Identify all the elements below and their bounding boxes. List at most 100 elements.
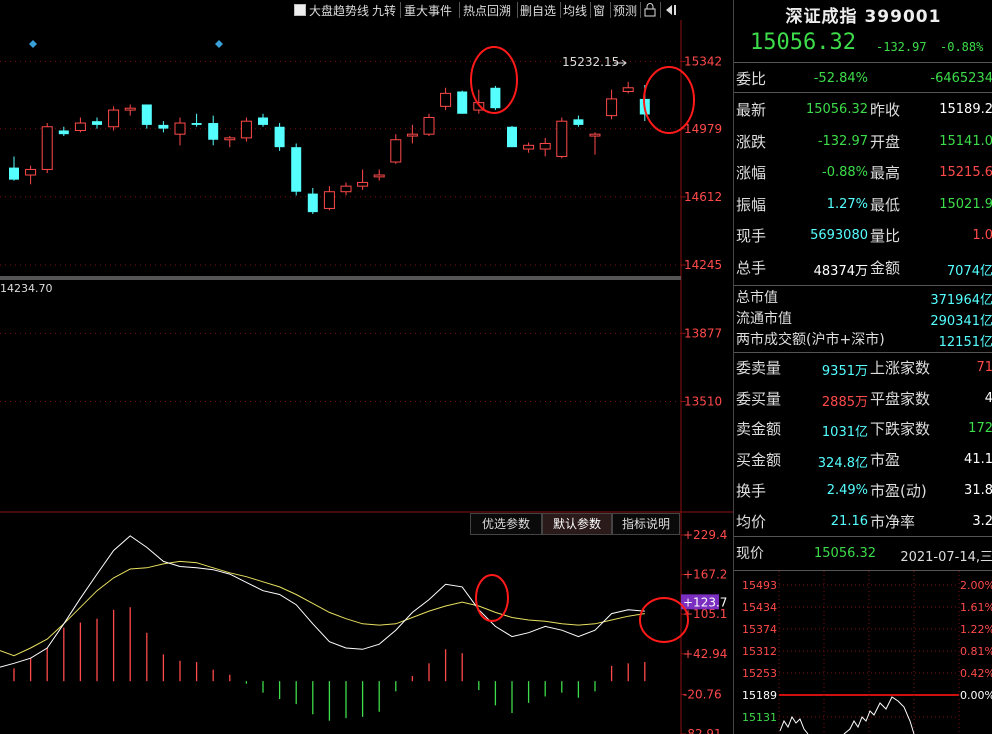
stat-label: 市净率 — [870, 512, 916, 531]
price-tick-label: 14979 — [684, 122, 722, 136]
toolbar-major-events[interactable]: 重大事件 — [404, 2, 452, 19]
intraday-price-line — [779, 696, 915, 734]
default-params-button[interactable]: 默认参数 — [542, 513, 612, 535]
stat-label: 均价 — [736, 512, 767, 531]
candle-body-down — [457, 91, 468, 114]
stat-label: 下跌家数 — [870, 420, 931, 439]
index-title: 深证成指 399001 — [785, 7, 942, 27]
candle-body-up — [406, 133, 418, 137]
price-change-pct: -0.88% — [940, 40, 984, 54]
highlight-circle — [643, 66, 695, 134]
stat-label: 现手 — [736, 227, 767, 245]
stat-label: 涨跌 — [736, 132, 767, 151]
stat-label: 最低 — [870, 195, 901, 214]
now-date: 2021-07-14,三 — [900, 550, 992, 565]
intraday-pct-tick: 1.61% — [960, 601, 992, 614]
intraday-pct-tick: 0.42% — [960, 667, 992, 680]
stat-label: 最高 — [870, 164, 901, 182]
candle-body-up — [224, 137, 236, 141]
intraday-price-tick: 15131 — [742, 711, 777, 724]
stat-label: 上涨家数 — [870, 359, 931, 377]
stat-label: 卖金额 — [736, 420, 782, 439]
chart-area: 15342 14979 14612 14245 13877 13510 +229.4 +16… — [0, 20, 733, 734]
stat-label: 开盘 — [870, 132, 901, 151]
lock-icon[interactable] — [644, 3, 656, 17]
macd-tick-label: +42.94 — [683, 647, 727, 661]
price-change: -132.97 — [876, 40, 927, 54]
stat-value: 15021.9 — [939, 196, 992, 212]
stat-label: 平盘家数 — [870, 389, 931, 408]
candle-body-down — [258, 117, 268, 125]
stat-value: 15189.2 — [939, 102, 992, 117]
candle-body-down — [307, 193, 318, 213]
intraday-price-tick: 15374 — [742, 623, 777, 636]
intraday-pct-tick: 0.81% — [960, 645, 992, 658]
candle-body-up — [373, 174, 385, 178]
weibi-value: -6465234 — [930, 71, 992, 86]
intraday-price-tick: 15189 — [742, 689, 777, 702]
toolbar-forecast[interactable]: 预测 — [613, 2, 637, 19]
candle-body-down — [507, 126, 517, 148]
stat-label: 换手 — [736, 481, 767, 500]
stat-value: 41.1 — [964, 452, 992, 468]
period-low-label: 14234.70 — [0, 282, 53, 295]
candle-body-down — [291, 147, 302, 192]
candle-body-up — [589, 133, 601, 137]
now-price-label: 现价 — [736, 546, 764, 562]
checkbox-icon[interactable] — [294, 4, 306, 16]
stat-value: 1031亿 — [821, 425, 868, 441]
period-high-label: 15232.15 — [562, 55, 620, 69]
optimize-params-button[interactable]: 优选参数 — [470, 513, 542, 535]
macd-tick-label: -20.76 — [683, 687, 722, 701]
stat-value: 21.16 — [830, 513, 868, 529]
stat-value: 3.2 — [972, 513, 992, 529]
candle-body-down — [573, 119, 584, 125]
collapse-right-icon[interactable] — [664, 3, 678, 17]
stat-label: 市盈 — [870, 451, 901, 470]
candle-body-up — [323, 191, 335, 209]
candle-body-up — [440, 92, 452, 107]
stat-label: 昨收 — [870, 101, 901, 119]
stat-label: 买金额 — [736, 451, 782, 470]
price-tick-label: 13510 — [684, 394, 722, 408]
weibi-label: 委比 — [736, 70, 767, 88]
candle-body-up — [539, 142, 551, 150]
candle-body-up — [240, 120, 252, 139]
stat-label: 市盈(动) — [870, 481, 927, 500]
stat-value: 1.0 — [972, 228, 992, 243]
indicator-help-button[interactable]: 指标说明 — [612, 513, 680, 535]
stat-label: 总手 — [736, 258, 767, 277]
toolbar-trend-toggle[interactable]: 大盘趋势线 — [294, 2, 369, 19]
intraday-price-tick: 15434 — [742, 601, 777, 614]
toolbar-remove-favorite[interactable]: 删自选 — [520, 2, 556, 19]
candle-body-down — [191, 123, 202, 125]
stat-label: 振幅 — [736, 195, 767, 214]
intraday-pct-tick: 1.22% — [960, 623, 992, 636]
price-tick-label: 14612 — [684, 190, 722, 204]
candle-body-up — [606, 98, 618, 117]
candle-body-down — [208, 123, 219, 140]
toolbar-jiuzhuan[interactable]: 九转 — [372, 2, 396, 19]
intraday-price-tick: 15493 — [742, 579, 777, 592]
stat-value: 12151亿 — [938, 335, 992, 350]
stat-value: 2.49% — [826, 482, 868, 498]
toolbar-hotspot-review[interactable]: 热点回溯 — [463, 2, 511, 19]
macd-current-label: +123.7 — [683, 595, 727, 609]
highlight-circle — [475, 574, 509, 622]
stat-value: 4 — [984, 390, 992, 406]
stat-label: 委卖量 — [736, 359, 782, 377]
stat-value: 31.8 — [964, 482, 992, 498]
stat-value: 15141.0 — [939, 133, 992, 149]
intraday-price-tick: 15312 — [742, 645, 777, 658]
stat-label: 总市值 — [736, 290, 778, 306]
stat-label: 两市成交额(沪市+深市) — [736, 332, 885, 348]
candle-body-down — [274, 126, 285, 148]
toolbar-moving-average[interactable]: 均线 — [563, 2, 587, 19]
toolbar-window[interactable]: 窗 — [593, 2, 605, 19]
intraday-price-tick: 15253 — [742, 667, 777, 680]
stat-value: 324.8亿 — [817, 456, 868, 472]
candle-body-up — [622, 87, 634, 92]
candle-body-up — [390, 139, 402, 163]
candle-body-up — [41, 126, 53, 170]
candle-body-up — [174, 122, 186, 135]
